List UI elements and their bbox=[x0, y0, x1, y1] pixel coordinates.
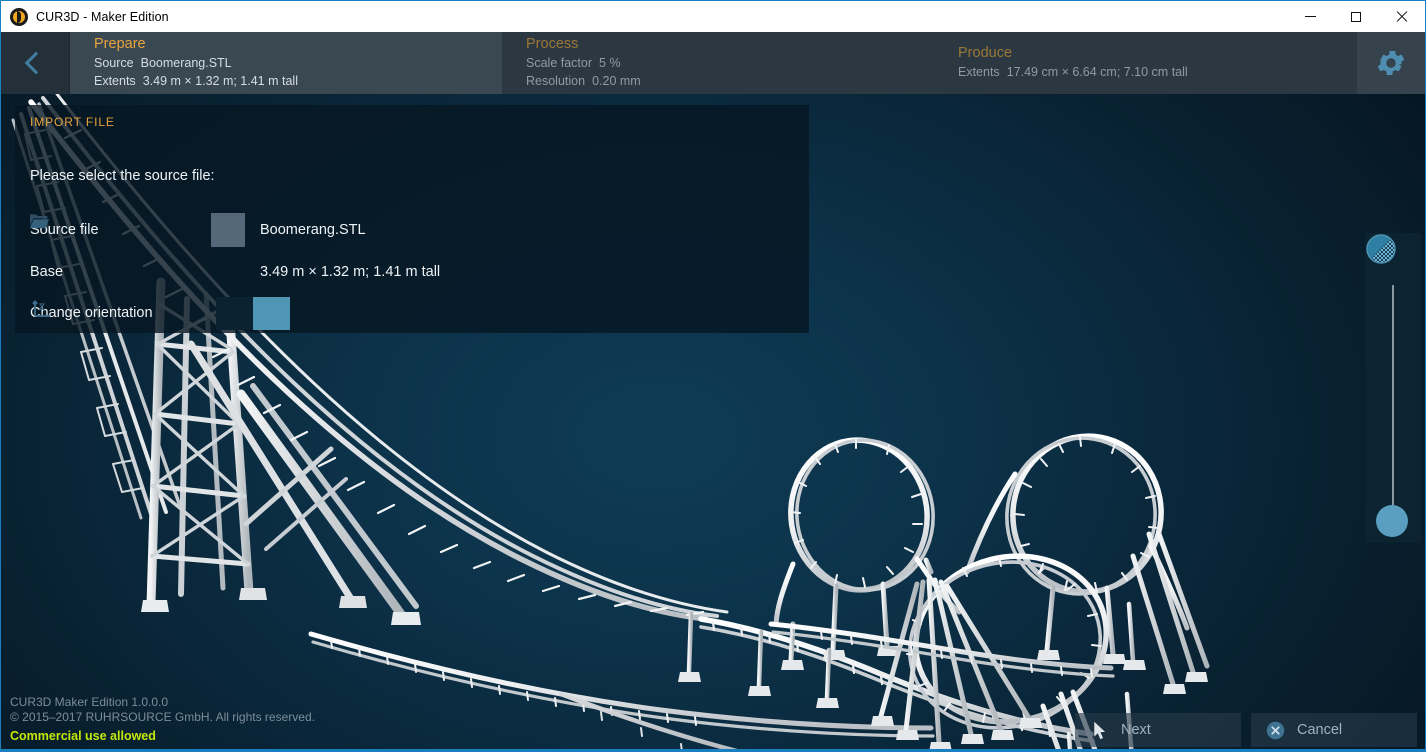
close-icon bbox=[1396, 11, 1408, 23]
step-process-line-1: Scale factor5 % bbox=[526, 54, 934, 72]
source-file-row: Source file Boomerang.STL bbox=[30, 213, 366, 247]
next-label: Next bbox=[1121, 722, 1151, 738]
minimize-icon bbox=[1305, 16, 1316, 17]
minimize-button[interactable] bbox=[1287, 1, 1333, 32]
slider-handle[interactable] bbox=[1376, 505, 1408, 537]
cancel-circle-icon bbox=[1265, 720, 1286, 741]
import-file-panel: IMPORT FILE Please select the source fil… bbox=[15, 105, 809, 333]
cursor-click-icon bbox=[1089, 720, 1110, 741]
copyright-notice: © 2015–2017 RUHRSOURCE GmbH. All rights … bbox=[10, 710, 315, 725]
orientation-row: Change orientation Y bbox=[30, 296, 295, 330]
axis-z-icon: Z bbox=[30, 296, 54, 320]
folder-open-icon bbox=[30, 213, 49, 229]
step-prepare[interactable]: Prepare SourceBoomerang.STL Extents3.49 … bbox=[70, 32, 502, 94]
slider-track[interactable] bbox=[1392, 285, 1394, 515]
orientation-label: Change orientation bbox=[30, 305, 211, 321]
step-produce-title: Produce bbox=[958, 45, 1368, 62]
browse-file-button[interactable] bbox=[211, 213, 245, 247]
cancel-button[interactable]: Cancel bbox=[1251, 713, 1417, 747]
panel-subtitle: Please select the source file: bbox=[30, 168, 215, 184]
license-status: Commercial use allowed bbox=[10, 727, 315, 745]
step-prepare-title: Prepare bbox=[94, 36, 502, 53]
cur3d-logo-icon bbox=[10, 8, 28, 26]
step-process[interactable]: Process Scale factor5 % Resolution0.20 m… bbox=[502, 32, 934, 94]
base-value: 3.49 m × 1.32 m; 1.41 m tall bbox=[260, 264, 440, 280]
settings-button[interactable] bbox=[1357, 32, 1425, 94]
title-bar: CUR3D - Maker Edition bbox=[1, 1, 1425, 32]
app-version: CUR3D Maker Edition 1.0.0.0 bbox=[10, 695, 315, 710]
application-window: CUR3D - Maker Edition Prepare SourceBoom… bbox=[0, 0, 1426, 752]
footer-info: CUR3D Maker Edition 1.0.0.0 © 2015–2017 … bbox=[10, 695, 315, 745]
panel-title: IMPORT FILE bbox=[30, 115, 115, 129]
window-title: CUR3D - Maker Edition bbox=[36, 10, 169, 24]
window-controls bbox=[1287, 1, 1425, 32]
workflow-stepbar: Prepare SourceBoomerang.STL Extents3.49 … bbox=[1, 32, 1425, 94]
bottom-accent-rule bbox=[1, 749, 1425, 751]
step-produce[interactable]: Produce Extents17.49 cm × 6.64 cm; 7.10 … bbox=[934, 32, 1368, 94]
back-button[interactable] bbox=[1, 32, 70, 94]
step-process-line-2: Resolution0.20 mm bbox=[526, 72, 934, 90]
orientation-toggle-y[interactable] bbox=[216, 297, 253, 330]
gear-icon bbox=[1374, 46, 1408, 80]
model-opacity-slider[interactable] bbox=[1365, 233, 1421, 543]
transparency-icon bbox=[1365, 233, 1397, 265]
source-file-value: Boomerang.STL bbox=[260, 222, 366, 238]
step-prepare-line-1: SourceBoomerang.STL bbox=[94, 54, 502, 72]
orientation-toggle-z[interactable] bbox=[253, 297, 290, 330]
chevron-left-icon bbox=[24, 52, 47, 75]
step-prepare-line-2: Extents3.49 m × 1.32 m; 1.41 m tall bbox=[94, 72, 502, 90]
next-button[interactable]: Next bbox=[1075, 713, 1241, 747]
cancel-label: Cancel bbox=[1297, 722, 1342, 738]
action-bar: Next Cancel bbox=[1065, 713, 1417, 747]
3d-viewport[interactable]: IMPORT FILE Please select the source fil… bbox=[1, 94, 1426, 752]
close-button[interactable] bbox=[1379, 1, 1425, 32]
base-row: Base 3.49 m × 1.32 m; 1.41 m tall bbox=[30, 255, 440, 289]
maximize-button[interactable] bbox=[1333, 1, 1379, 32]
step-produce-line-1: Extents17.49 cm × 6.64 cm; 7.10 cm tall bbox=[958, 63, 1368, 81]
maximize-icon bbox=[1351, 12, 1361, 22]
source-file-label: Source file bbox=[30, 222, 211, 238]
svg-text:Z: Z bbox=[39, 302, 45, 312]
step-process-title: Process bbox=[526, 36, 934, 53]
orientation-toggle[interactable] bbox=[216, 297, 290, 330]
base-label: Base bbox=[30, 264, 211, 280]
